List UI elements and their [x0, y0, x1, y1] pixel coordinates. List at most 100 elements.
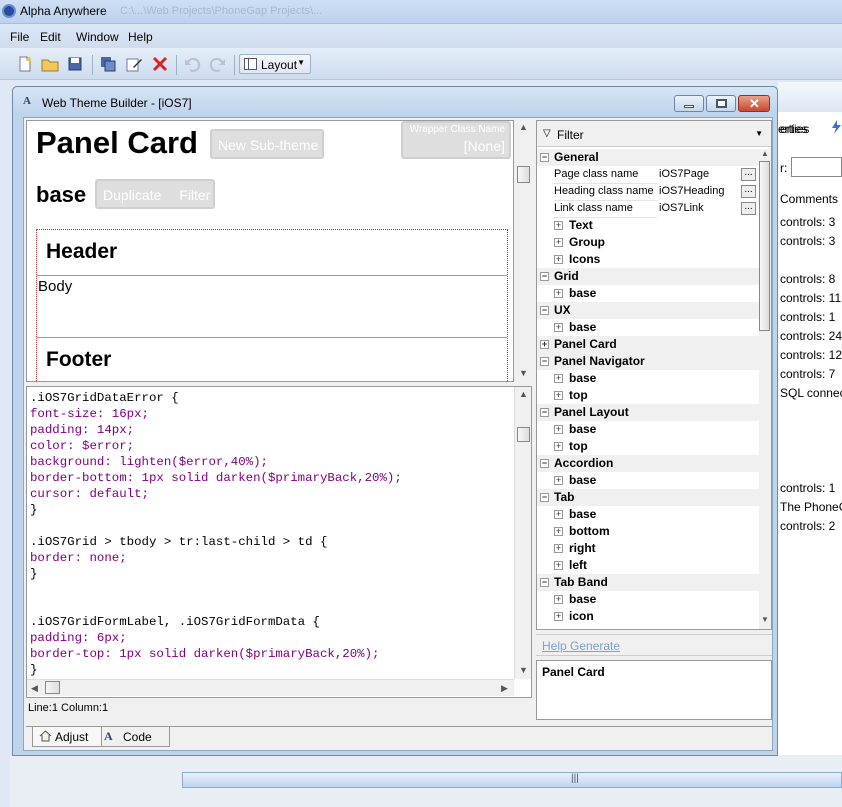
properties-tab-label[interactable]: erties: [780, 122, 809, 136]
save-all-icon[interactable]: [99, 55, 117, 73]
wrapper-class-box[interactable]: Wrapper Class Name [None]: [401, 121, 511, 159]
tree-node[interactable]: + left: [537, 557, 759, 574]
undo-icon[interactable]: [183, 55, 201, 73]
code-horizontal-scrollbar[interactable]: ◀ ▶: [27, 679, 514, 696]
maximize-button[interactable]: [706, 95, 736, 112]
scroll-right-icon[interactable]: ▶: [501, 683, 508, 694]
redo-icon[interactable]: [209, 55, 227, 73]
preview-vertical-scrollbar[interactable]: ▲ ▼: [516, 120, 532, 382]
code-lines[interactable]: .iOS7GridDataError {font-size: 16px; padd…: [30, 390, 402, 678]
expand-icon[interactable]: +: [554, 595, 563, 604]
tree-category[interactable]: − Panel Navigator: [537, 353, 759, 370]
collapse-icon[interactable]: −: [540, 272, 549, 281]
filter-button[interactable]: Filter: [179, 187, 210, 203]
scroll-down-icon[interactable]: ▼: [761, 615, 769, 624]
close-button[interactable]: ✕: [738, 95, 770, 112]
tree-category[interactable]: − Tab Band: [537, 574, 759, 591]
expand-icon[interactable]: +: [554, 612, 563, 621]
tree-node[interactable]: + top: [537, 387, 759, 404]
tree-node[interactable]: + base: [537, 285, 759, 302]
property-value[interactable]: iOS7Page: [659, 168, 709, 180]
collapse-icon[interactable]: −: [540, 408, 549, 417]
expand-icon[interactable]: +: [554, 323, 563, 332]
tree-node[interactable]: + Group: [537, 234, 759, 251]
scroll-up-icon[interactable]: ▲: [519, 122, 528, 132]
list-item[interactable]: controls: 12: [780, 348, 842, 362]
collapse-icon[interactable]: −: [540, 493, 549, 502]
list-item[interactable]: controls: 1: [780, 481, 835, 495]
tree-node[interactable]: + Text: [537, 217, 759, 234]
tree-node[interactable]: + top: [537, 438, 759, 455]
layout-button[interactable]: Layout ▼: [239, 54, 311, 74]
tree-category[interactable]: − Panel Layout: [537, 404, 759, 421]
scroll-down-icon[interactable]: ▼: [519, 665, 528, 675]
menu-window[interactable]: Window: [76, 30, 119, 44]
list-item[interactable]: controls: 3: [780, 215, 835, 229]
tree-node[interactable]: + right: [537, 540, 759, 557]
tab-adjust[interactable]: Adjust: [32, 727, 102, 747]
ellipsis-button[interactable]: ...: [741, 202, 756, 215]
list-item[interactable]: SQL connec: [780, 386, 842, 400]
expand-icon[interactable]: +: [554, 527, 563, 536]
tree-node[interactable]: + icon: [537, 608, 759, 625]
tree-node[interactable]: + Icons: [537, 251, 759, 268]
scroll-thumb[interactable]: [517, 427, 530, 442]
tree-node[interactable]: + base: [537, 506, 759, 523]
scroll-down-icon[interactable]: ▼: [519, 368, 528, 378]
tree-category[interactable]: − Grid: [537, 268, 759, 285]
expand-icon[interactable]: +: [554, 425, 563, 434]
properties-vertical-scrollbar[interactable]: ▲ ▼: [759, 149, 771, 629]
filter-bar[interactable]: ▽ Filter ▼: [537, 121, 771, 147]
list-item[interactable]: controls: 7: [780, 367, 835, 381]
chevron-down-icon[interactable]: ▼: [755, 129, 763, 138]
help-generate-link[interactable]: Help Generate: [542, 639, 620, 653]
delete-icon[interactable]: [151, 55, 169, 73]
list-item[interactable]: controls: 1: [780, 310, 835, 324]
duplicate-button[interactable]: Duplicate: [103, 187, 161, 203]
search-input[interactable]: [791, 157, 842, 177]
expand-icon[interactable]: +: [554, 391, 563, 400]
expand-icon[interactable]: +: [554, 255, 563, 264]
expand-icon[interactable]: +: [554, 238, 563, 247]
tree-category[interactable]: − Tab: [537, 489, 759, 506]
background-horizontal-scrollbar[interactable]: |||: [182, 772, 842, 788]
tree-category[interactable]: − Accordion: [537, 455, 759, 472]
code-vertical-scrollbar[interactable]: ▲ ▼: [514, 387, 531, 679]
tree-node[interactable]: + base: [537, 319, 759, 336]
tree-category[interactable]: + Panel Card: [537, 336, 759, 353]
code-editor[interactable]: .iOS7GridDataError {font-size: 16px; padd…: [26, 386, 532, 698]
ellipsis-button[interactable]: ...: [741, 168, 756, 181]
scroll-thumb[interactable]: [45, 681, 60, 694]
tree-node[interactable]: + base: [537, 370, 759, 387]
collapse-icon[interactable]: −: [540, 357, 549, 366]
list-item[interactable]: controls: 11: [780, 291, 841, 305]
edit-icon[interactable]: [125, 55, 143, 73]
collapse-icon[interactable]: −: [540, 578, 549, 587]
save-icon[interactable]: [66, 55, 84, 73]
list-item[interactable]: The PhoneG: [780, 500, 842, 514]
collapse-icon[interactable]: −: [540, 153, 549, 162]
menu-file[interactable]: File: [10, 30, 29, 44]
list-item[interactable]: controls: 3: [780, 234, 835, 248]
collapse-icon[interactable]: −: [540, 306, 549, 315]
menu-help[interactable]: Help: [128, 30, 153, 44]
list-item[interactable]: controls: 24: [780, 329, 842, 343]
tree-category[interactable]: − General: [537, 149, 759, 166]
tree-node[interactable]: + base: [537, 421, 759, 438]
property-value[interactable]: iOS7Heading: [659, 185, 724, 197]
scroll-thumb[interactable]: [517, 166, 530, 183]
expand-icon[interactable]: +: [554, 544, 563, 553]
ellipsis-button[interactable]: ...: [741, 185, 756, 198]
tree-node[interactable]: + base: [537, 591, 759, 608]
expand-icon[interactable]: +: [554, 442, 563, 451]
collapse-icon[interactable]: −: [540, 459, 549, 468]
expand-icon[interactable]: +: [554, 374, 563, 383]
scroll-thumb[interactable]: [759, 161, 770, 331]
open-folder-icon[interactable]: [41, 55, 59, 73]
menu-edit[interactable]: Edit: [40, 30, 61, 44]
property-row[interactable]: Link class name iOS7Link...: [537, 200, 759, 218]
property-row[interactable]: Heading class name iOS7Heading...: [537, 183, 759, 201]
lightning-icon[interactable]: [830, 120, 842, 134]
tree-category[interactable]: − UX: [537, 302, 759, 319]
property-value[interactable]: iOS7Link: [659, 202, 704, 214]
